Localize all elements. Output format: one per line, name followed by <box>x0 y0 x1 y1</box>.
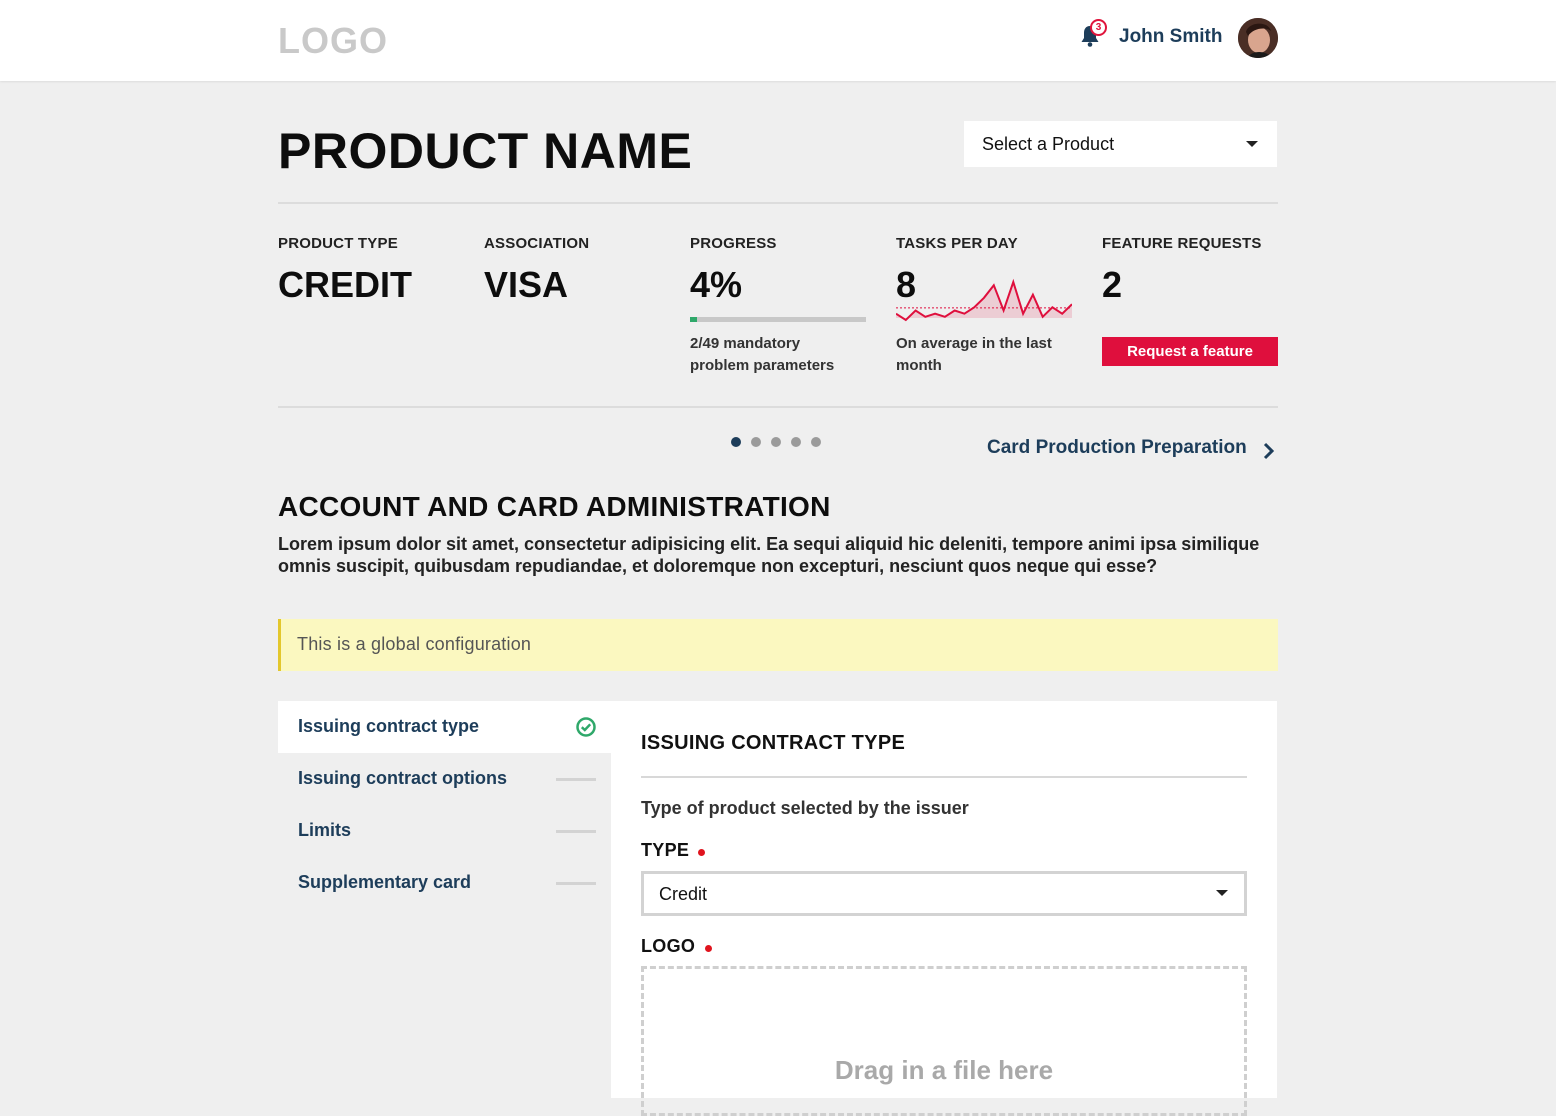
step-label: Issuing contract options <box>298 768 508 788</box>
panel-title: ISSUING CONTRACT TYPE <box>641 732 906 754</box>
tasks-per-day-label: TASKS PER DAY <box>896 235 1018 252</box>
step-label: Supplementary card <box>298 872 472 892</box>
step-label: Limits <box>298 820 352 840</box>
next-step-link[interactable]: Card Production Preparation <box>987 437 1247 459</box>
progress-note-line1: 2/49 mandatory <box>690 335 801 352</box>
top-bar: LOGO 3 John Smith <box>0 0 1556 81</box>
divider <box>278 406 1278 408</box>
logo-field-label: LOGO <box>641 936 696 956</box>
check-circle-icon <box>576 717 596 737</box>
chevron-right-icon[interactable] <box>1263 442 1275 460</box>
divider <box>641 776 1247 778</box>
notice-text: This is a global configuration <box>297 634 532 654</box>
feature-requests-label: FEATURE REQUESTS <box>1102 235 1262 252</box>
progress-bar <box>690 317 866 322</box>
pager-dot[interactable] <box>811 437 821 447</box>
required-indicator <box>705 945 712 952</box>
section-description: Lorem ipsum dolor sit amet, consectetur … <box>278 534 1260 576</box>
pager-dot[interactable] <box>751 437 761 447</box>
step-label: Issuing contract type <box>298 716 480 736</box>
global-config-notice: This is a global configuration <box>278 619 1278 671</box>
request-feature-button[interactable]: Request a feature <box>1102 337 1278 366</box>
panel-description: Type of product selected by the issuer <box>641 798 969 818</box>
step-issuing-contract-options[interactable]: Issuing contract options <box>278 753 611 805</box>
notification-count-badge: 3 <box>1090 19 1107 36</box>
step-issuing-contract-type[interactable]: Issuing contract type <box>278 701 611 753</box>
required-indicator <box>698 849 705 856</box>
username[interactable]: John Smith <box>1119 26 1222 48</box>
progress-note: 2/49 mandatory problem parameters <box>690 333 834 377</box>
pending-indicator <box>556 830 596 833</box>
progress-bar-fill <box>690 317 698 322</box>
pending-indicator <box>556 778 596 781</box>
type-select[interactable]: Credit <box>641 871 1247 916</box>
step-supplementary-card[interactable]: Supplementary card <box>278 857 611 909</box>
progress-label: PROGRESS <box>690 235 777 252</box>
dropzone-text: Drag in a file here <box>834 1055 1054 1085</box>
pending-indicator <box>556 882 596 885</box>
step-limits[interactable]: Limits <box>278 805 611 857</box>
pager-dot[interactable] <box>731 437 741 447</box>
product-select-label: Select a Product <box>982 134 1115 154</box>
feature-requests-value: 2 <box>1102 264 1123 305</box>
pager-dot[interactable] <box>771 437 781 447</box>
association-value: VISA <box>484 264 569 305</box>
association-label: ASSOCIATION <box>484 235 590 252</box>
type-field-label: TYPE <box>641 840 690 860</box>
product-type-label: PRODUCT TYPE <box>278 235 398 252</box>
product-type-value: CREDIT <box>278 264 412 305</box>
logo[interactable]: LOGO <box>278 20 388 62</box>
section-title: ACCOUNT AND CARD ADMINISTRATION <box>278 491 831 522</box>
chevron-down-icon <box>1246 141 1258 147</box>
config-panel: ISSUING CONTRACT TYPE Type of product se… <box>611 701 1277 1116</box>
tasks-sparkline <box>896 278 1072 322</box>
chevron-down-icon <box>1216 890 1228 896</box>
tasks-note-line2: month <box>896 357 942 374</box>
product-select[interactable]: Select a Product <box>964 121 1277 167</box>
progress-note-line2: problem parameters <box>690 357 835 374</box>
progress-value: 4% <box>690 264 743 305</box>
tasks-note-line1: On average in the last <box>896 335 1052 352</box>
tasks-note: On average in the last month <box>896 333 1052 377</box>
divider <box>278 202 1278 204</box>
pager-dot[interactable] <box>791 437 801 447</box>
type-select-value: Credit <box>659 884 708 904</box>
page-title: PRODUCT NAME <box>278 123 693 179</box>
logo-dropzone[interactable]: Drag in a file here <box>641 966 1247 1116</box>
avatar[interactable] <box>1238 18 1278 58</box>
